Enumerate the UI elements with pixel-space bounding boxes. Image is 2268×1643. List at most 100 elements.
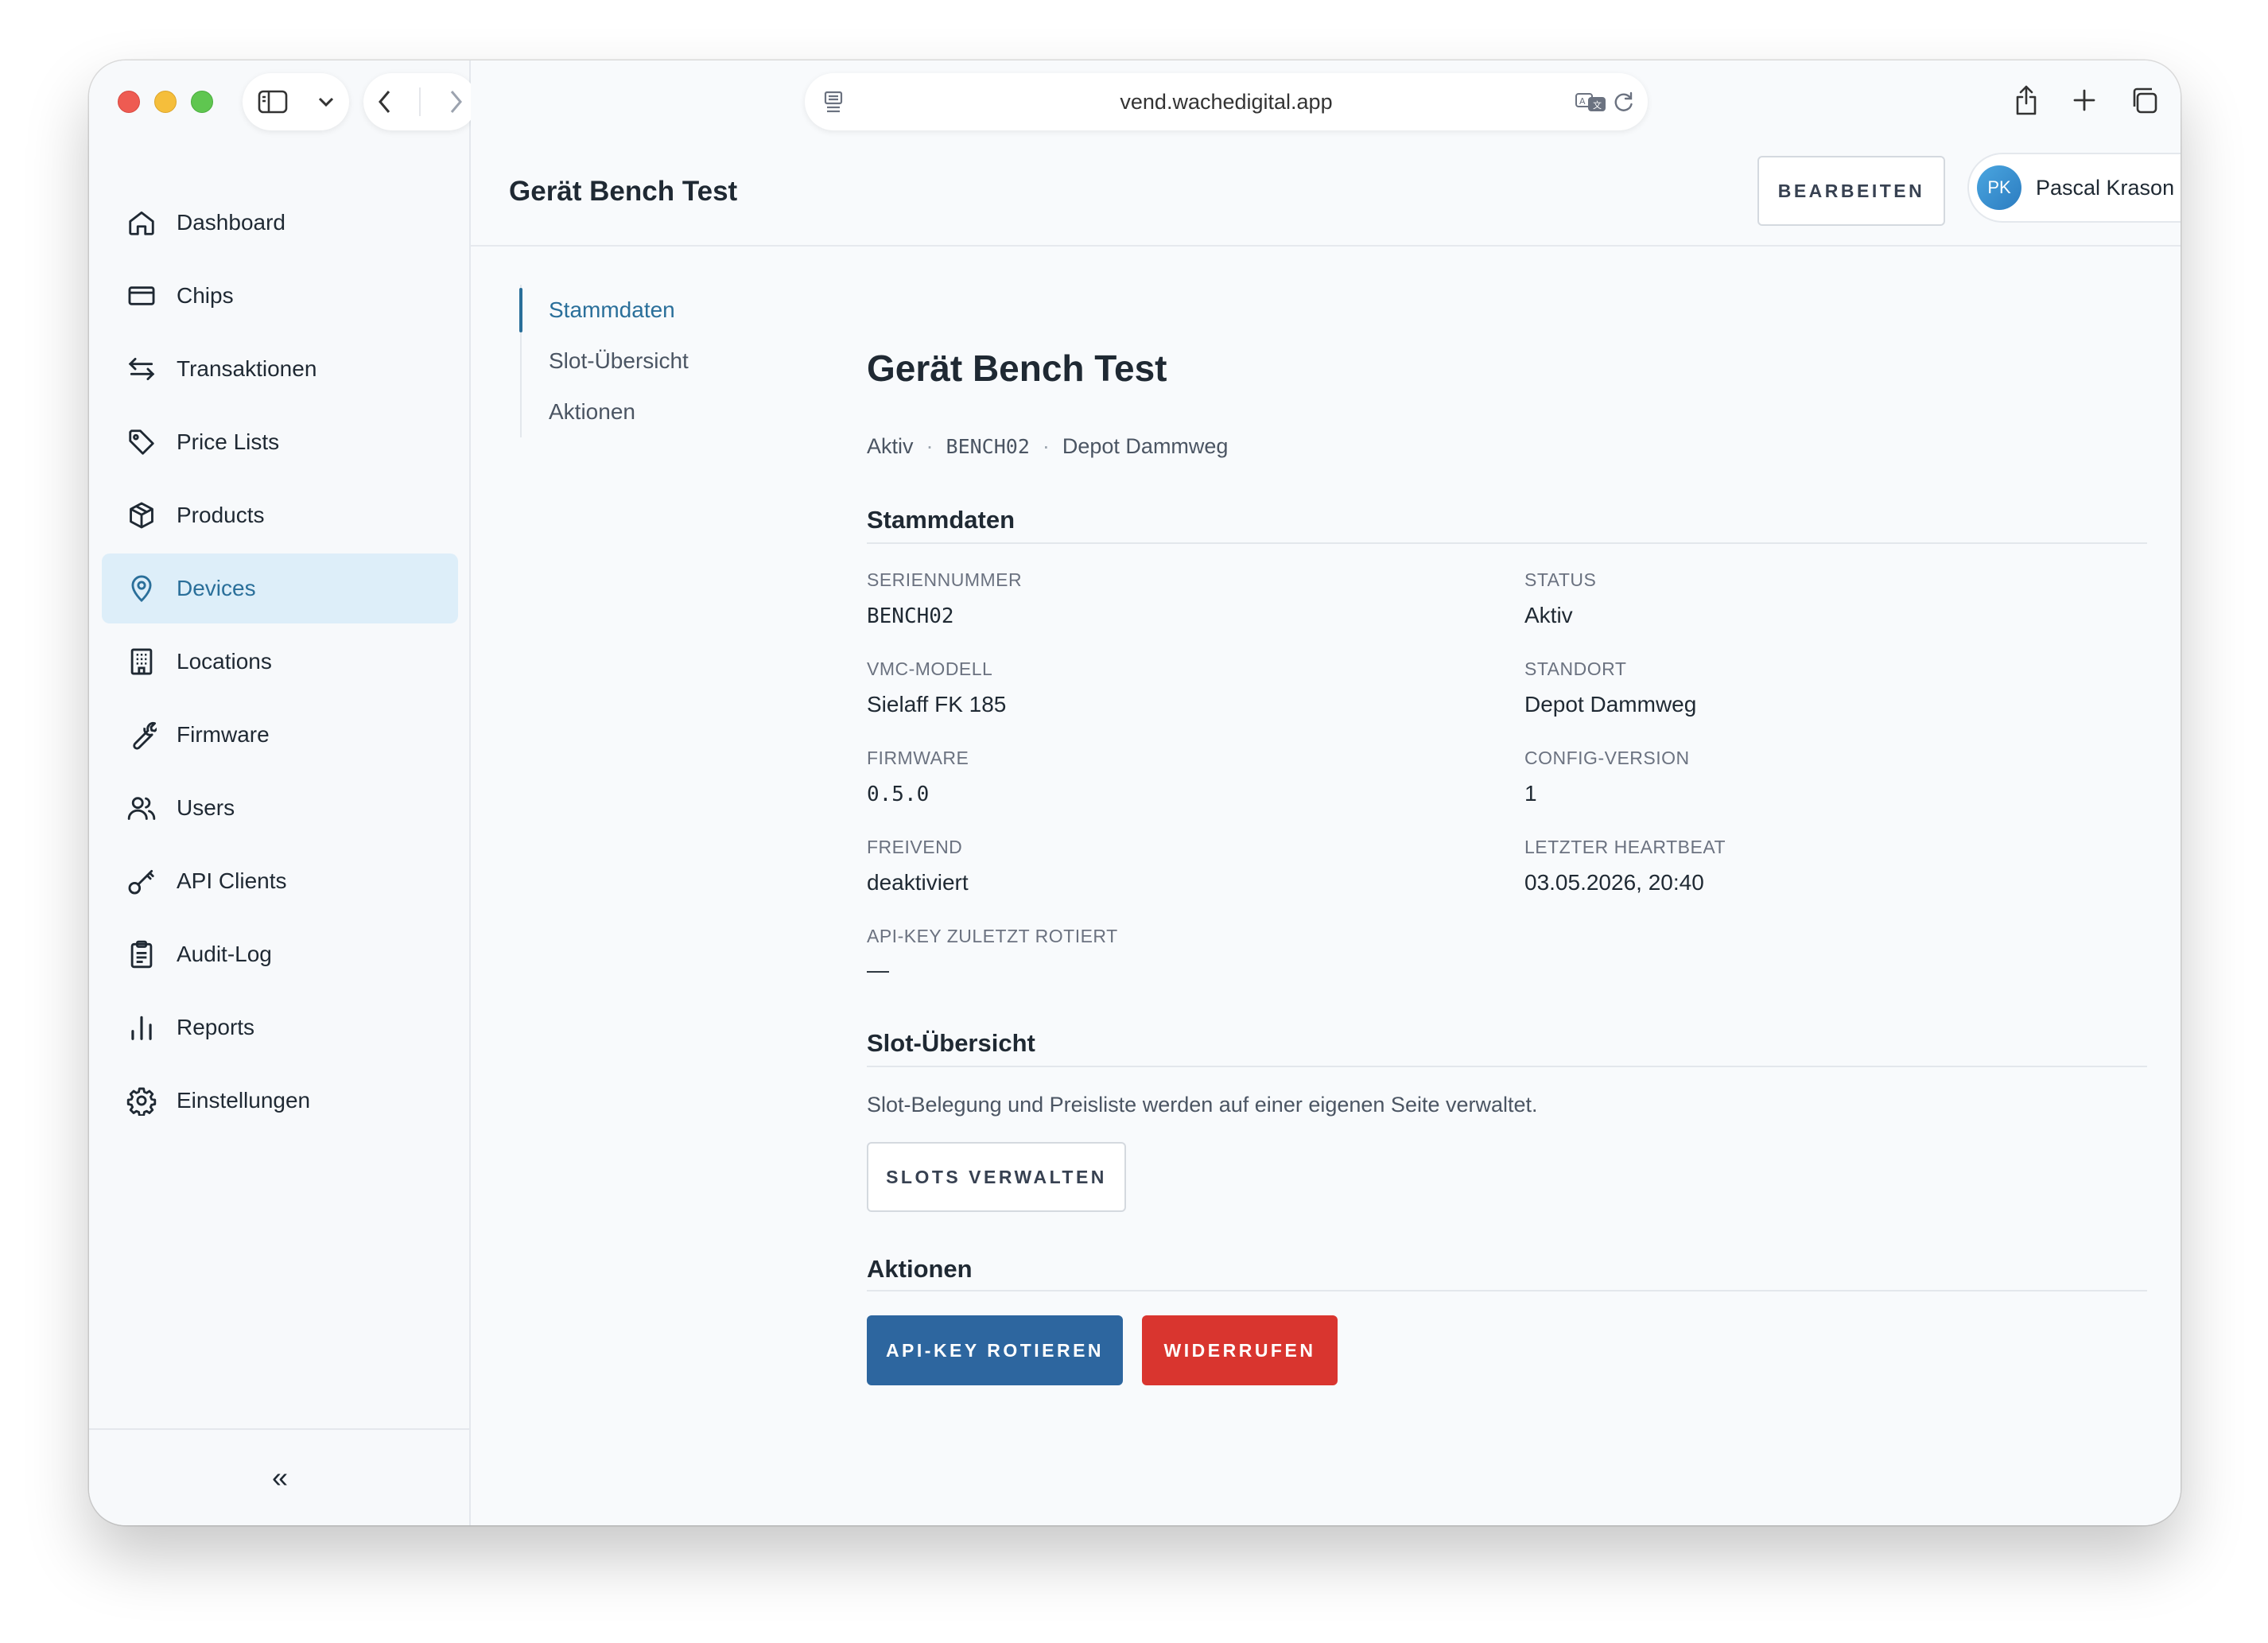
transfer-arrows-icon: [126, 353, 157, 385]
section-nav-slot-uebersicht[interactable]: Slot-Übersicht: [522, 336, 689, 386]
field-label: SERIENNUMMER: [867, 569, 1023, 590]
svg-text:A: A: [1579, 96, 1586, 107]
field-value-status: Aktiv: [1524, 603, 1573, 627]
sidebar-item-chips[interactable]: Chips: [102, 261, 458, 331]
divider: [867, 1290, 2147, 1291]
url-text: vend.wachedigital.app: [1120, 89, 1333, 114]
sidebar-item-label: Transaktionen: [177, 356, 317, 381]
sidebar-item-audit-log[interactable]: Audit-Log: [102, 919, 458, 989]
new-tab-icon[interactable]: [2072, 88, 2096, 116]
meta-separator: ·: [926, 434, 934, 458]
sidebar-item-label: API Clients: [177, 868, 287, 893]
sidebar-item-label: Reports: [177, 1015, 255, 1039]
key-icon: [126, 865, 157, 897]
sidebar-item-locations[interactable]: Locations: [102, 627, 458, 697]
device-location: Depot Dammweg: [1062, 434, 1229, 458]
revoke-button[interactable]: WIDERRUFEN: [1142, 1315, 1338, 1385]
sidebar-item-label: Price Lists: [177, 429, 280, 454]
sidebar-item-price-lists[interactable]: Price Lists: [102, 407, 458, 477]
sidebar-item-dashboard[interactable]: Dashboard: [102, 188, 458, 258]
field-label: LETZTER HEARTBEAT: [1524, 837, 1726, 857]
window-controls: [118, 91, 213, 113]
field-value-config-version: 1: [1524, 781, 1537, 806]
tag-icon: [126, 426, 157, 458]
sidebar-item-transaktionen[interactable]: Transaktionen: [102, 334, 458, 404]
sidebar-toggle-icon[interactable]: [257, 88, 289, 115]
close-window-button[interactable]: [118, 91, 140, 113]
field-label: VMC-MODELL: [867, 658, 993, 679]
sidebar-toggle-group: [243, 73, 349, 130]
browser-actions: [2014, 73, 2158, 130]
field-label: FIRMWARE: [867, 748, 969, 768]
chevron-down-icon[interactable]: [317, 96, 335, 107]
field-label: STANDORT: [1524, 658, 1627, 679]
device-title: Gerät Bench Test: [867, 348, 1167, 389]
sidebar-item-api-clients[interactable]: API Clients: [102, 846, 458, 916]
field-value-letzter-heartbeat: 03.05.2026, 20:40: [1524, 870, 1704, 895]
gear-icon: [126, 1085, 157, 1117]
field-label: CONFIG-VERSION: [1524, 748, 1690, 768]
device-meta: Aktiv · BENCH02 · Depot Dammweg: [867, 434, 1228, 459]
clipboard-icon: [126, 938, 157, 970]
aktionen-heading: Aktionen: [867, 1255, 973, 1283]
reload-icon[interactable]: [1613, 91, 1635, 117]
sidebar-item-devices[interactable]: Devices: [102, 553, 458, 623]
divider: [867, 542, 2147, 544]
sidebar-item-firmware[interactable]: Firmware: [102, 700, 458, 770]
card-icon: [126, 280, 157, 312]
tab-overview-icon[interactable]: [2130, 86, 2158, 118]
field-value-firmware: 0.5.0: [867, 783, 930, 806]
section-nav-aktionen[interactable]: Aktionen: [522, 386, 689, 437]
slot-uebersicht-heading: Slot-Übersicht: [867, 1029, 1035, 1057]
edit-button[interactable]: BEARBEITEN: [1757, 156, 1945, 226]
sidebar-item-label: Products: [177, 503, 265, 527]
user-name: Pascal Krason: [2036, 175, 2175, 200]
sidebar: Dashboard Chips Transaktionen Price List…: [89, 60, 477, 1525]
meta-separator: ·: [1042, 434, 1050, 458]
manage-slots-button[interactable]: SLOTS VERWALTEN: [867, 1142, 1126, 1212]
sidebar-item-users[interactable]: Users: [102, 773, 458, 843]
divider: [867, 1066, 2147, 1067]
sidebar-item-reports[interactable]: Reports: [102, 992, 458, 1062]
rotate-api-key-button[interactable]: API-KEY ROTIEREN: [867, 1315, 1123, 1385]
sidebar-footer: «: [89, 1428, 471, 1525]
main-area: vend.wachedigital.app A文 Gerät Bench Tes…: [471, 60, 2181, 1525]
page-title: Gerät Bench Test: [509, 176, 738, 207]
page-header: Gerät Bench Test BEARBEITEN PK Pascal Kr…: [471, 140, 2181, 247]
sidebar-nav: Dashboard Chips Transaktionen Price List…: [102, 188, 458, 1139]
user-menu[interactable]: PK Pascal Krason: [1967, 153, 2181, 223]
sidebar-item-label: Dashboard: [177, 210, 285, 235]
sidebar-item-label: Einstellungen: [177, 1088, 311, 1113]
field-label: API-KEY ZULETZT ROTIERT: [867, 926, 1118, 946]
sidebar-item-einstellungen[interactable]: Einstellungen: [102, 1066, 458, 1136]
avatar: PK: [1977, 165, 2021, 210]
back-arrow-icon[interactable]: [377, 89, 393, 115]
field-value-vmc-modell: Sielaff FK 185: [867, 692, 1007, 717]
home-icon: [126, 207, 157, 239]
section-nav: Stammdaten Slot-Übersicht Aktionen: [519, 285, 689, 437]
sidebar-item-products[interactable]: Products: [102, 480, 458, 550]
field-label: STATUS: [1524, 569, 1597, 590]
share-icon[interactable]: [2014, 84, 2039, 120]
users-icon: [126, 792, 157, 824]
field-value-freivend: deaktiviert: [867, 870, 969, 895]
bar-chart-icon: [126, 1012, 157, 1043]
section-nav-stammdaten[interactable]: Stammdaten: [519, 285, 689, 336]
address-bar[interactable]: vend.wachedigital.app A文: [805, 73, 1648, 130]
collapse-sidebar-button[interactable]: «: [272, 1461, 288, 1494]
location-pin-icon: [126, 573, 157, 604]
field-label: FREIVEND: [867, 837, 963, 857]
device-serial: BENCH02: [946, 435, 1030, 458]
field-value-standort: Depot Dammweg: [1524, 692, 1697, 717]
sidebar-item-label: Locations: [177, 649, 272, 674]
minimize-window-button[interactable]: [154, 91, 177, 113]
forward-arrow-icon[interactable]: [448, 89, 464, 115]
field-value-api-key-rotiert: —: [867, 957, 889, 982]
sidebar-item-label: Users: [177, 795, 235, 820]
sidebar-item-label: Audit-Log: [177, 942, 272, 966]
stammdaten-heading: Stammdaten: [867, 506, 1016, 534]
translate-icon[interactable]: A文: [1575, 91, 1606, 117]
sidebar-item-label: Firmware: [177, 722, 270, 747]
sidebar-item-label: Chips: [177, 283, 234, 308]
maximize-window-button[interactable]: [191, 91, 213, 113]
